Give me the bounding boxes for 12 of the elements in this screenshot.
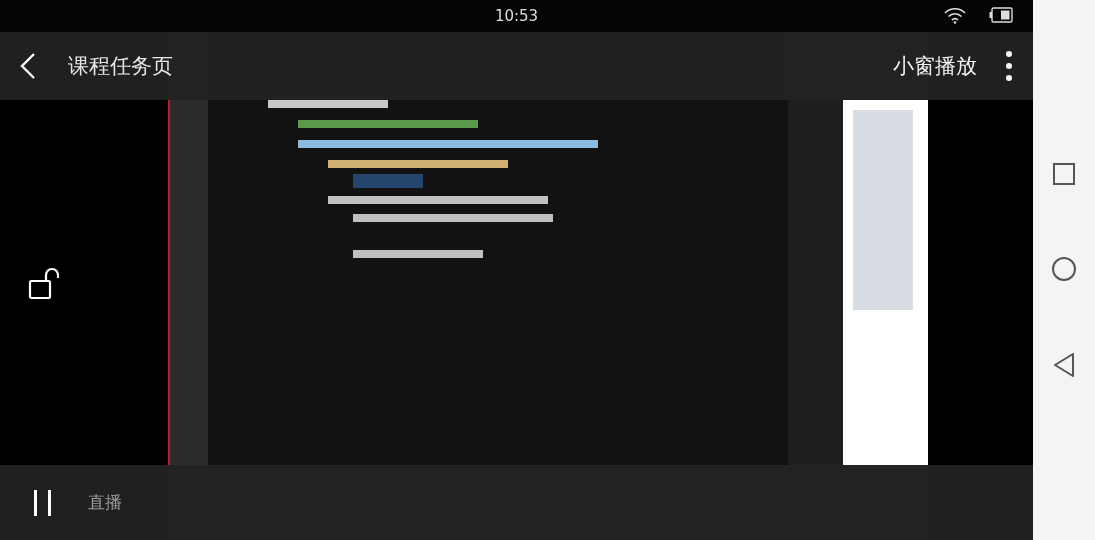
page-title: 课程任务页	[68, 53, 174, 80]
live-label: 直播	[88, 491, 122, 514]
mini-window-button[interactable]: 小窗播放	[893, 52, 977, 80]
wifi-icon	[943, 6, 967, 24]
status-time: 10:53	[494, 7, 539, 25]
pause-icon[interactable]	[32, 488, 54, 517]
more-icon[interactable]	[1005, 50, 1013, 82]
home-icon[interactable]	[1052, 257, 1076, 281]
recents-icon[interactable]	[1053, 163, 1075, 185]
back-nav-icon[interactable]	[1053, 353, 1075, 377]
battery-icon	[989, 7, 1013, 23]
back-icon[interactable]	[20, 52, 36, 80]
